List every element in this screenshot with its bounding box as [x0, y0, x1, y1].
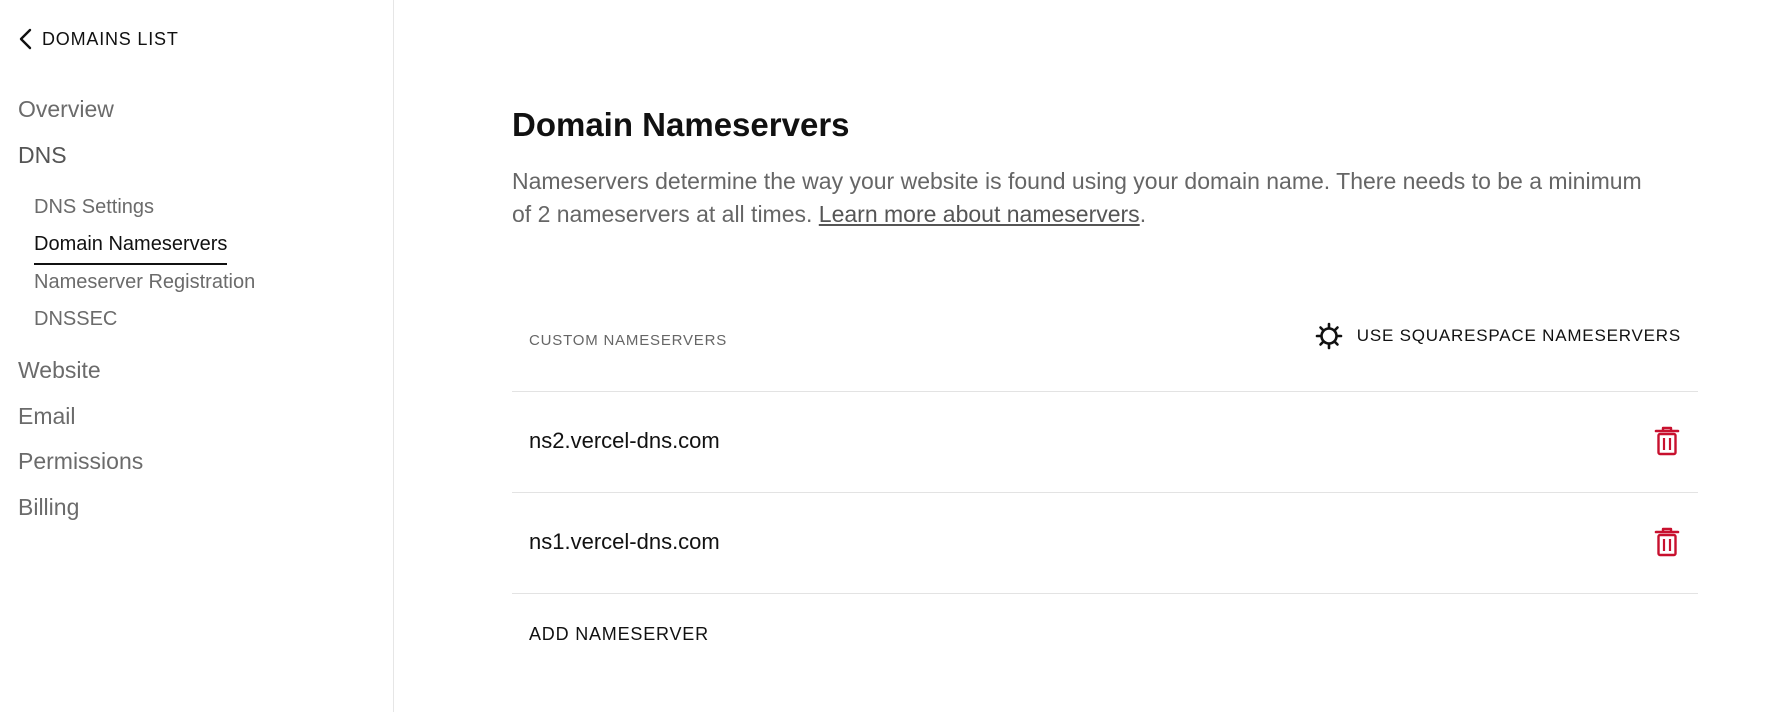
nameserver-value: ns1.vercel-dns.com — [529, 529, 720, 554]
nav-nameserver-registration[interactable]: Nameserver Registration — [34, 271, 255, 294]
gear-icon — [1315, 322, 1343, 350]
use-squarespace-nameservers-button[interactable]: USE SQUARESPACE NAMESERVERS — [1315, 322, 1681, 350]
nav-website[interactable]: Website — [18, 357, 101, 384]
description-end: . — [1139, 201, 1147, 227]
nav-billing[interactable]: Billing — [18, 494, 79, 521]
nameserver-row: ns2.vercel-dns.com — [512, 392, 1698, 493]
nameservers-section-header: CUSTOM NAMESERVERS USE SQUARESPACE NAMES… — [512, 310, 1698, 392]
delete-nameserver-button[interactable] — [1654, 527, 1680, 557]
nav-overview[interactable]: Overview — [18, 96, 114, 123]
page-title: Domain Nameservers — [512, 106, 850, 143]
main-content: Domain Nameservers Nameservers determine… — [394, 0, 1767, 712]
nav-dns-settings[interactable]: DNS Settings — [34, 196, 154, 219]
page-description: Nameservers determine the way your websi… — [512, 165, 1652, 231]
use-default-label: USE SQUARESPACE NAMESERVERS — [1356, 326, 1681, 345]
delete-nameserver-button[interactable] — [1654, 426, 1680, 456]
nav-dns[interactable]: DNS — [18, 142, 67, 169]
section-label: CUSTOM NAMESERVERS — [529, 332, 728, 349]
sidebar: DOMAINS LIST Overview DNS DNS Settings D… — [0, 0, 394, 712]
add-nameserver-button[interactable]: ADD NAMESERVER — [529, 624, 709, 645]
back-to-domains-link[interactable]: DOMAINS LIST — [18, 28, 179, 50]
chevron-left-icon — [19, 28, 32, 50]
nameserver-value: ns2.vercel-dns.com — [529, 428, 720, 453]
back-link-label: DOMAINS LIST — [42, 28, 179, 49]
nav-email[interactable]: Email — [18, 403, 76, 430]
nameserver-row: ns1.vercel-dns.com — [512, 493, 1698, 594]
nav-permissions[interactable]: Permissions — [18, 448, 143, 475]
trash-icon — [1654, 426, 1680, 456]
nav-dnssec[interactable]: DNSSEC — [34, 308, 117, 331]
app-root: DOMAINS LIST Overview DNS DNS Settings D… — [0, 0, 1767, 712]
learn-more-link[interactable]: Learn more about nameservers — [819, 201, 1140, 227]
trash-icon — [1654, 527, 1680, 557]
nav-domain-nameservers[interactable]: Domain Nameservers — [34, 233, 228, 265]
